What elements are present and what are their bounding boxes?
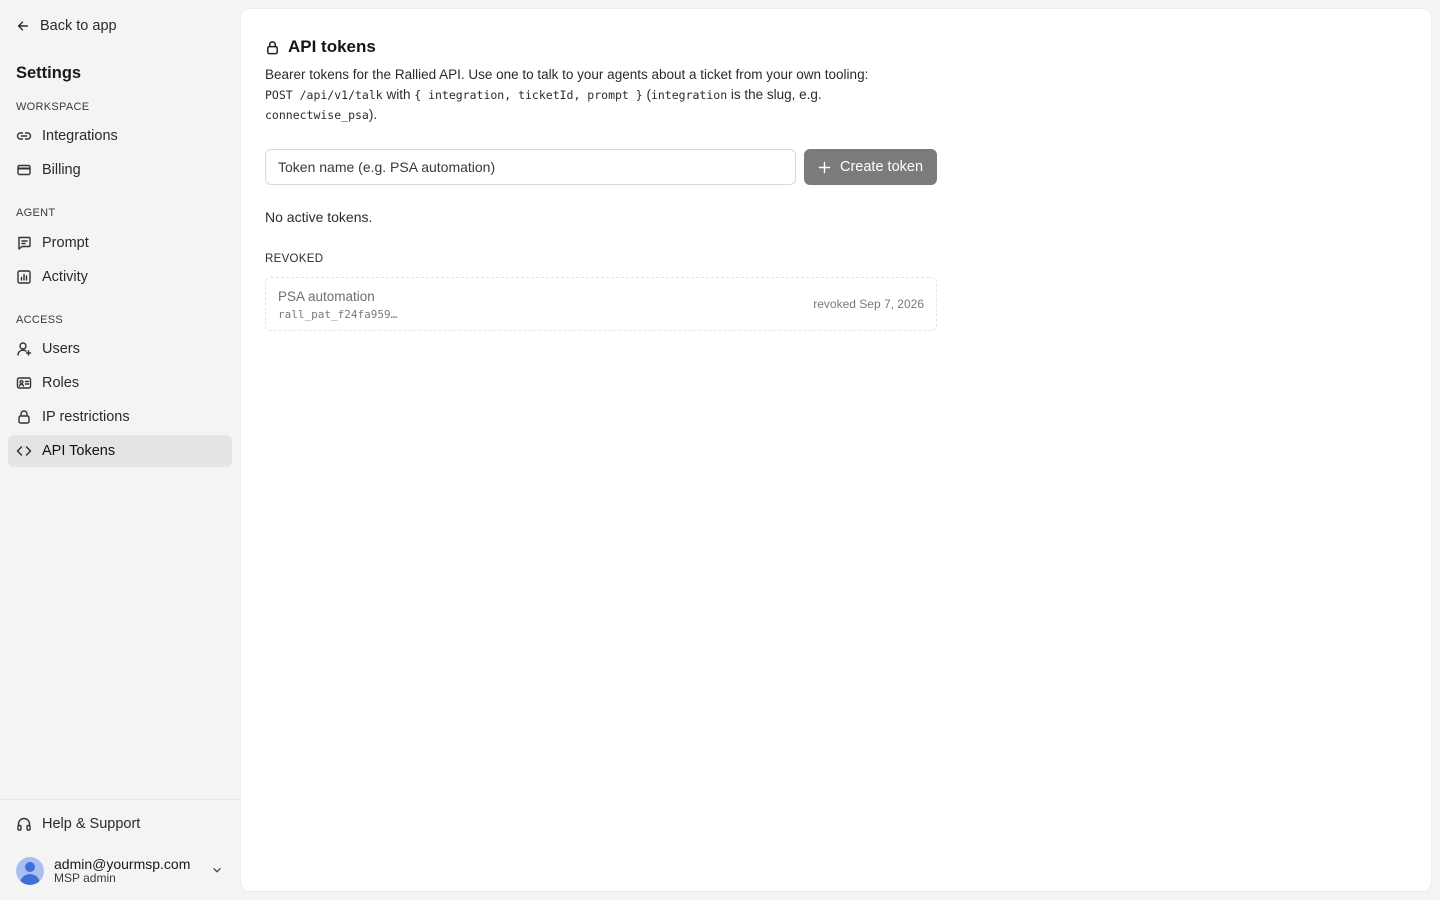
sidebar-item-label: Roles bbox=[42, 375, 80, 391]
sidebar-item-roles[interactable]: Roles bbox=[8, 367, 232, 399]
main-panel: API tokens Bearer tokens for the Rallied… bbox=[240, 8, 1432, 892]
lock-icon bbox=[267, 40, 278, 54]
arrow-left-icon bbox=[17, 21, 29, 31]
sidebar-item-label: API Tokens bbox=[42, 443, 116, 459]
user-email: admin@yourmsp.com bbox=[54, 856, 191, 873]
section-label-agent: AGENT bbox=[16, 207, 56, 219]
empty-tokens-message: No active tokens. bbox=[265, 209, 373, 225]
revoked-token-row: PSA automation rall_pat_f24fa959… revoke… bbox=[265, 277, 937, 331]
headphones-icon bbox=[17, 817, 31, 831]
description-closing: ). bbox=[368, 107, 378, 122]
sidebar-item-prompt[interactable]: Prompt bbox=[8, 227, 232, 259]
params-code: { integration, ticketId, prompt } bbox=[414, 88, 643, 102]
page-title: API tokens bbox=[288, 37, 376, 56]
user-menu[interactable]: admin@yourmsp.com MSP admin bbox=[16, 854, 232, 888]
sidebar-item-api-tokens[interactable]: API Tokens bbox=[8, 435, 232, 467]
revoked-section-label: REVOKED bbox=[265, 253, 324, 265]
sidebar-item-label: Billing bbox=[42, 162, 81, 178]
sidebar-item-label: IP restrictions bbox=[42, 409, 130, 425]
create-token-button[interactable]: Create token bbox=[804, 149, 937, 185]
sidebar: Back to app Settings WORKSPACE Integrati… bbox=[0, 0, 240, 900]
back-to-app-label: Back to app bbox=[40, 18, 117, 34]
code-icon bbox=[16, 443, 32, 459]
token-name-input[interactable] bbox=[265, 149, 796, 185]
settings-title: Settings bbox=[16, 64, 82, 82]
sidebar-item-label: Activity bbox=[42, 269, 88, 285]
avatar bbox=[16, 857, 44, 885]
token-revoked-date: revoked Sep 7, 2026 bbox=[813, 297, 924, 311]
sidebar-item-billing[interactable]: Billing bbox=[8, 154, 232, 186]
token-name: PSA automation bbox=[278, 289, 375, 304]
id-card-icon bbox=[16, 375, 32, 391]
credit-card-icon bbox=[16, 162, 32, 178]
section-label-access: ACCESS bbox=[16, 314, 64, 326]
plus-icon bbox=[818, 161, 831, 173]
sidebar-item-activity[interactable]: Activity bbox=[8, 261, 232, 293]
sidebar-item-users[interactable]: Users bbox=[8, 333, 232, 365]
page-description: Bearer tokens for the Rallied API. Use o… bbox=[265, 65, 945, 125]
sidebar-footer: Help & Support admin@yourmsp.com MSP adm… bbox=[0, 799, 240, 900]
help-support-label: Help & Support bbox=[42, 816, 141, 832]
integration-code: integration bbox=[650, 88, 728, 102]
description-text: Bearer tokens for the Rallied API. Use o… bbox=[265, 67, 869, 82]
chevron-down-icon bbox=[213, 868, 221, 873]
example-slug-code: connectwise_psa bbox=[265, 108, 369, 122]
sidebar-item-label: Users bbox=[42, 341, 80, 357]
endpoint-code: POST /api/v1/talk bbox=[265, 88, 383, 102]
description-paren: ( bbox=[642, 87, 651, 102]
section-label-workspace: WORKSPACE bbox=[16, 101, 90, 113]
link-icon bbox=[16, 128, 32, 144]
back-to-app-link[interactable]: Back to app bbox=[16, 16, 117, 36]
token-prefix: rall_pat_f24fa959… bbox=[278, 308, 398, 321]
sidebar-item-label: Prompt bbox=[42, 235, 89, 251]
sidebar-item-ip-restrictions[interactable]: IP restrictions bbox=[8, 401, 232, 433]
lock-icon bbox=[16, 409, 32, 425]
sidebar-item-integrations[interactable]: Integrations bbox=[8, 120, 232, 152]
sidebar-item-label: Integrations bbox=[42, 128, 118, 144]
message-square-icon bbox=[16, 235, 32, 251]
create-token-label: Create token bbox=[839, 159, 924, 175]
description-slug: is the slug, e.g. bbox=[727, 87, 822, 102]
user-plus-icon bbox=[16, 341, 32, 357]
help-support-link[interactable]: Help & Support bbox=[16, 814, 140, 834]
user-role: MSP admin bbox=[54, 871, 116, 886]
bar-chart-icon bbox=[16, 269, 32, 285]
page-header: API tokens bbox=[265, 37, 376, 57]
description-with: with bbox=[382, 87, 415, 102]
